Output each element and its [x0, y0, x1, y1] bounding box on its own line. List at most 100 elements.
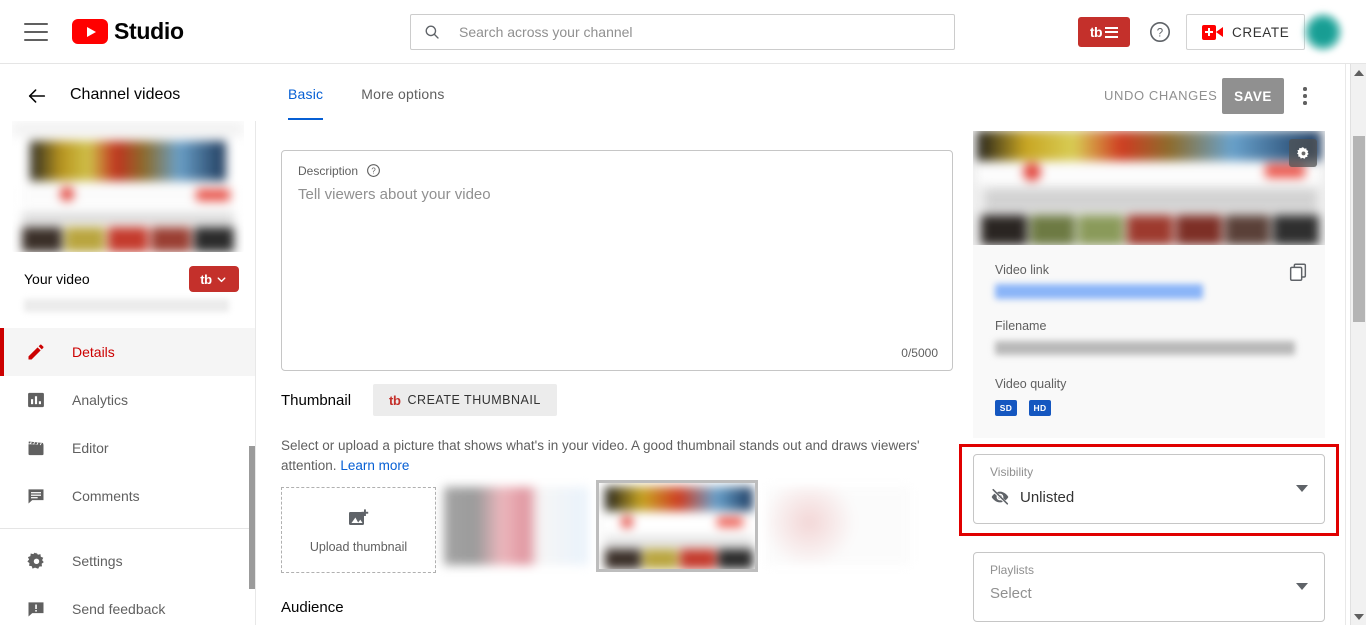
help-circle-icon[interactable]: ? [1148, 20, 1172, 44]
svg-text:?: ? [371, 166, 376, 175]
sidebar-item-editor[interactable]: Editor [0, 424, 255, 472]
sidebar-divider [0, 528, 255, 529]
clapperboard-icon [24, 436, 48, 460]
gear-icon[interactable] [1289, 139, 1317, 167]
playlists-value: Select [990, 585, 1032, 602]
feedback-icon [24, 597, 48, 621]
search-container [410, 14, 955, 50]
sidebar-item-label: Comments [72, 488, 140, 504]
sidebar-item-settings[interactable]: Settings [0, 537, 255, 585]
sidebar-item-label: Send feedback [72, 601, 166, 617]
hamburger-icon[interactable] [24, 22, 48, 41]
video-quality-chips: SD HD [995, 400, 1303, 416]
sidebar-item-details[interactable]: Details [0, 328, 255, 376]
create-thumbnail-button[interactable]: tb CREATE THUMBNAIL [373, 384, 557, 416]
pencil-icon [24, 340, 48, 364]
filename-label: Filename [995, 319, 1047, 333]
sidebar-item-label: Details [72, 344, 115, 360]
thumbnail-option-1[interactable] [444, 487, 588, 565]
tab-more-options[interactable]: More options [361, 86, 444, 120]
tab-basic[interactable]: Basic [288, 86, 324, 120]
learn-more-link[interactable]: Learn more [340, 458, 409, 473]
right-panel: Video link Filename Video quality SD HD [973, 131, 1325, 438]
avatar[interactable] [1303, 12, 1343, 52]
audience-title: Audience [281, 599, 344, 616]
studio-logo[interactable]: Studio [72, 18, 184, 45]
sidebar-item-label: Editor [72, 440, 109, 456]
gear-icon [24, 549, 48, 573]
thumbnail-option-2[interactable] [596, 480, 758, 572]
sidebar-item-comments[interactable]: Comments [0, 472, 255, 520]
sidebar-item-analytics[interactable]: Analytics [0, 376, 255, 424]
tubebuddy-button[interactable]: tb [1078, 17, 1130, 47]
tab-bar: Basic More options [288, 86, 445, 120]
scroll-up-arrow[interactable] [1351, 64, 1366, 81]
chevron-down-icon[interactable] [1296, 583, 1308, 590]
search-icon [425, 25, 439, 39]
description-label: Description [298, 163, 359, 178]
video-quality-label: Video quality [995, 377, 1067, 391]
brand-text: Studio [114, 18, 184, 44]
create-thumbnail-label: CREATE THUMBNAIL [407, 393, 541, 407]
visibility-value: Unlisted [1020, 488, 1075, 506]
undo-changes-button[interactable]: UNDO CHANGES [1104, 88, 1217, 103]
eye-off-icon [991, 488, 1009, 506]
filename-value [995, 341, 1295, 355]
quality-chip-sd: SD [995, 400, 1017, 416]
sidebar-item-label: Settings [72, 553, 123, 569]
chevron-down-icon[interactable] [1296, 485, 1308, 492]
visibility-select[interactable]: Visibility Unlisted [973, 454, 1325, 524]
page-title: Channel videos [70, 86, 181, 103]
panel-divider [1345, 64, 1346, 625]
youtube-studio-window: Studio tb ? CREATE Channel videos B [0, 0, 1366, 625]
copy-icon[interactable] [1287, 261, 1309, 283]
scroll-down-arrow[interactable] [1351, 608, 1366, 625]
visibility-value-row: Unlisted [990, 487, 1074, 507]
add-image-icon [348, 508, 368, 525]
create-button-label: CREATE [1232, 24, 1290, 40]
quality-chip-hd: HD [1029, 400, 1051, 416]
tubebuddy-menu-icon [1105, 26, 1119, 38]
upload-thumbnail-label: Upload thumbnail [309, 539, 408, 554]
video-sidebar: Your video tb Details Analytics Editor C… [0, 121, 256, 625]
video-preview[interactable] [973, 131, 1325, 245]
upload-thumbnail-button[interactable]: Upload thumbnail [281, 487, 436, 573]
save-button[interactable]: SAVE [1222, 78, 1284, 114]
chevron-down-icon [217, 276, 226, 282]
thumbnail-header: Thumbnail tb CREATE THUMBNAIL [281, 384, 557, 416]
thumbnail-option-3[interactable] [766, 487, 910, 565]
video-link-label: Video link [995, 263, 1049, 277]
playlists-label: Playlists [990, 563, 1035, 577]
video-meta: Video link Filename Video quality SD HD [973, 245, 1325, 438]
help-circle-icon[interactable]: ? [366, 163, 381, 178]
tubebuddy-badge-mark: tb [200, 271, 212, 287]
sidebar-scrollbar-thumb[interactable] [249, 446, 255, 589]
more-vertical-icon[interactable] [1298, 84, 1312, 108]
search-box[interactable] [410, 14, 955, 50]
sidebar-item-send-feedback[interactable]: Send feedback [0, 585, 255, 625]
create-button[interactable]: CREATE [1186, 14, 1306, 50]
visibility-label: Visibility [990, 465, 1034, 479]
back-arrow-icon[interactable] [26, 85, 48, 107]
search-input[interactable] [459, 24, 954, 40]
sidebar-nav: Details Analytics Editor Comments Settin… [0, 328, 255, 625]
playlists-select[interactable]: Playlists Select [973, 552, 1325, 622]
scrollbar-thumb[interactable] [1353, 136, 1365, 322]
description-counter: 0/5000 [901, 346, 938, 360]
tubebuddy-mark: tb [389, 392, 401, 408]
video-camera-plus-icon [1202, 24, 1223, 40]
thumbnail-description: Select or upload a picture that shows wh… [281, 436, 921, 476]
description-label-row: Description ? [282, 151, 952, 178]
video-thumbnail-preview [12, 121, 244, 252]
video-title: Your video [24, 271, 90, 287]
window-scrollbar[interactable] [1350, 64, 1366, 625]
tubebuddy-mark: tb [1089, 24, 1103, 40]
video-link-value[interactable] [995, 284, 1203, 299]
description-field[interactable]: Description ? Tell viewers about your vi… [281, 150, 953, 371]
tubebuddy-badge[interactable]: tb [189, 266, 239, 292]
youtube-play-icon [72, 19, 108, 44]
thumbnail-options-row: Upload thumbnail [281, 480, 910, 573]
comment-icon [24, 484, 48, 508]
video-subtitle-redacted [24, 299, 229, 312]
video-title-row: Your video tb [0, 252, 255, 292]
